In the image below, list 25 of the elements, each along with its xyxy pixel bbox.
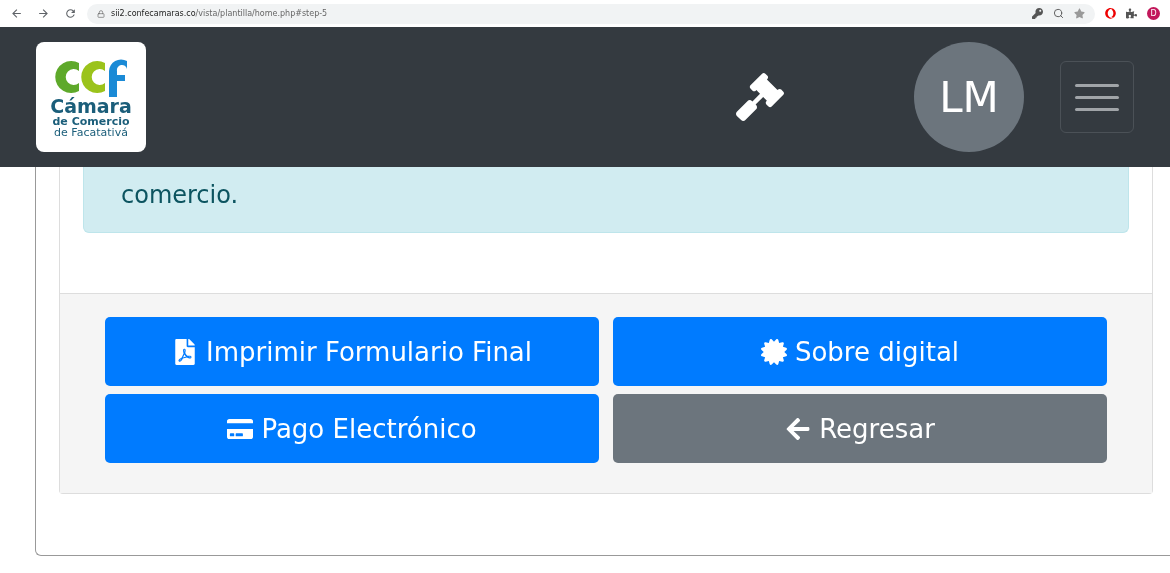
lock-icon [97,9,105,18]
profile-avatar[interactable]: D [1147,7,1160,20]
star-icon[interactable] [1074,8,1085,19]
back-icon[interactable] [10,7,23,20]
extension-icon[interactable] [1105,8,1116,19]
info-alert: comercio. [83,167,1129,233]
action-button[interactable]: Imprimir Formulario Final [105,317,599,386]
forward-icon[interactable] [37,7,50,20]
logo-title: Cámara [50,96,132,116]
seal-icon [760,338,787,365]
gavel-icon[interactable] [736,73,784,121]
logo-subtitle: de Facatativá [54,126,128,138]
address-bar[interactable]: sii2.confecamaras.co/vista/plantilla/home.php#step-5 [87,3,1095,24]
puzzle-icon[interactable] [1126,8,1137,19]
action-button[interactable]: Pago Electrónico [105,394,599,463]
user-avatar[interactable]: LM [914,42,1024,152]
url-text: sii2.confecamaras.co/vista/plantilla/home.php#step-5 [111,9,328,18]
reload-icon[interactable] [64,7,77,20]
action-button[interactable]: Sobre digital [613,317,1107,386]
key-icon[interactable] [1032,8,1043,19]
zoom-icon[interactable] [1053,8,1064,19]
arrow-left-icon [785,415,812,442]
action-button[interactable]: Regresar [613,394,1107,463]
logo-subtitle: de Comercio [52,115,130,127]
menu-button[interactable] [1060,61,1134,133]
